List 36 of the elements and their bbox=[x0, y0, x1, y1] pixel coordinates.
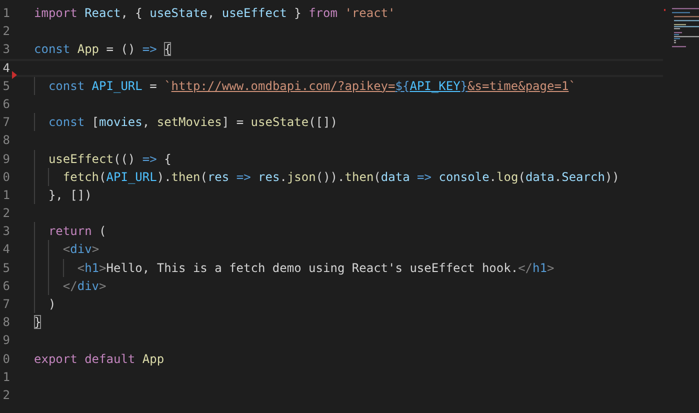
code-line: fetch(API_URL).then(res => res.json()).then(data => console.log(data.Search)) bbox=[62, 168, 620, 186]
line-number: 9 bbox=[2, 332, 10, 350]
line-number: 9 bbox=[2, 150, 10, 168]
line-number: 8 bbox=[2, 132, 10, 150]
line-number: 0 bbox=[2, 168, 10, 186]
code-line: ) bbox=[47, 296, 56, 313]
code-line: import React, { useState, useEffect } from 'react' bbox=[34, 5, 396, 22]
line-number: 2 bbox=[2, 205, 10, 222]
line-number: 3 bbox=[2, 223, 10, 240]
line-number: 5 bbox=[2, 260, 10, 277]
code-line: <div> bbox=[62, 241, 100, 258]
line-number: 4 bbox=[2, 60, 10, 77]
code-line: const [movies, setMovies] = useState([]) bbox=[47, 114, 338, 132]
line-number: 6 bbox=[2, 96, 10, 113]
code-line: <h1>Hello, This is a fetch demo using React's useEffect hook.</h1> bbox=[76, 260, 554, 277]
code-line: const API_URL = `http://www.omdbapi.com/?apikey=${API_KEY}&s=time&page=1` bbox=[47, 78, 576, 95]
line-number: 1 bbox=[2, 186, 10, 204]
code-line: export default App bbox=[34, 350, 164, 368]
code-line: useEffect(() => { bbox=[47, 150, 172, 168]
line-number: 1 bbox=[2, 368, 10, 386]
code-line: const App = () => { bbox=[34, 41, 172, 58]
line-number: 5 bbox=[2, 78, 10, 95]
line-number: 2 bbox=[2, 386, 10, 404]
code-line: return ( bbox=[47, 223, 106, 240]
code-line: }, []) bbox=[47, 186, 92, 204]
line-number: 8 bbox=[2, 314, 10, 332]
line-number: 2 bbox=[2, 23, 10, 40]
line-number: 0 bbox=[2, 350, 10, 368]
code-line: } bbox=[34, 314, 42, 332]
line-number: 4 bbox=[2, 241, 10, 258]
line-number: 7 bbox=[2, 296, 10, 313]
line-number: 1 bbox=[2, 5, 10, 22]
line-number: 6 bbox=[2, 278, 10, 295]
line-number: 7 bbox=[2, 114, 10, 132]
line-number: 3 bbox=[2, 41, 10, 58]
code-line: </div> bbox=[62, 278, 106, 295]
